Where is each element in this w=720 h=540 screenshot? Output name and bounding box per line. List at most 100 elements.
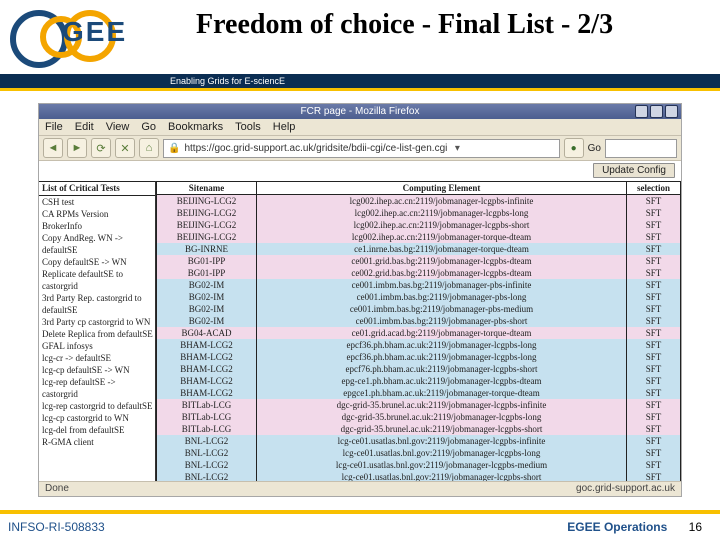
menu-bookmarks[interactable]: Bookmarks [168, 121, 223, 133]
cell-selection[interactable]: SFT [627, 423, 681, 435]
cell-sitename: BG02-IM [157, 303, 257, 315]
cell-selection[interactable]: SFT [627, 447, 681, 459]
table-row: BEIJING-LCG2lcg002.ihep.ac.cn:2119/jobma… [157, 195, 681, 208]
cell-selection[interactable]: SFT [627, 411, 681, 423]
cell-sitename: BG02-IM [157, 279, 257, 291]
address-text: https://goc.grid-support.ac.uk/gridsite/… [184, 143, 447, 154]
cell-ce: lcg-ce01.usatlas.bnl.gov:2119/jobmanager… [257, 459, 627, 471]
critical-test-item[interactable]: lcg-cp castorgrid to WN [39, 412, 155, 424]
table-row: BITLab-LCGdgc-grid-35.brunel.ac.uk:2119/… [157, 411, 681, 423]
cell-selection[interactable]: SFT [627, 267, 681, 279]
search-input[interactable] [605, 139, 677, 158]
critical-test-item[interactable]: GFAL infosys [39, 340, 155, 352]
cell-sitename: BITLab-LCG [157, 423, 257, 435]
cell-ce: lcg002.ihep.ac.cn:2119/jobmanager-lcgpbs… [257, 207, 627, 219]
table-row: BITLab-LCGdgc-grid-35.brunel.ac.uk:2119/… [157, 423, 681, 435]
table-row: BEIJING-LCG2lcg002.ihep.ac.cn:2119/jobma… [157, 231, 681, 243]
cell-selection[interactable]: SFT [627, 435, 681, 447]
go-label: Go [588, 143, 601, 154]
cell-sitename: BG02-IM [157, 315, 257, 327]
critical-test-item[interactable]: R-GMA client [39, 436, 155, 448]
cell-selection[interactable]: SFT [627, 327, 681, 339]
status-right: goc.grid-support.ac.uk [576, 482, 675, 496]
cell-sitename: BEIJING-LCG2 [157, 231, 257, 243]
stop-button[interactable]: ✕ [115, 138, 135, 158]
table-row: BG02-IMce001.imbm.bas.bg:2119/jobmanager… [157, 291, 681, 303]
reload-button[interactable]: ⟳ [91, 138, 111, 158]
cell-selection[interactable]: SFT [627, 255, 681, 267]
ce-grid: Sitename Computing Element selection BEI… [156, 181, 681, 482]
critical-test-item[interactable]: lcg-rep castorgrid to defaultSE [39, 400, 155, 412]
critical-test-item[interactable]: Copy defaultSE -> WN [39, 256, 155, 268]
critical-test-item[interactable]: lcg-rep defaultSE -> castorgrid [39, 376, 155, 400]
cell-ce: epg-ce1.ph.bham.ac.uk:2119/jobmanager-lc… [257, 375, 627, 387]
menu-go[interactable]: Go [141, 121, 156, 133]
back-button[interactable]: ◄ [43, 138, 63, 158]
cell-selection[interactable]: SFT [627, 243, 681, 255]
critical-test-item[interactable]: lcg-del from defaultSE [39, 424, 155, 436]
table-row: BEIJING-LCG2lcg002.ihep.ac.cn:2119/jobma… [157, 219, 681, 231]
slide-footer: INFSO-RI-508833 EGEE Operations 16 [0, 510, 720, 540]
cell-ce: epcf36.ph.bham.ac.uk:2119/jobmanager-lcg… [257, 339, 627, 351]
cell-selection[interactable]: SFT [627, 351, 681, 363]
menu-bar: File Edit View Go Bookmarks Tools Help [39, 119, 681, 136]
footer-id: INFSO-RI-508833 [8, 520, 105, 534]
cell-selection[interactable]: SFT [627, 195, 681, 208]
cell-selection[interactable]: SFT [627, 387, 681, 399]
forward-button[interactable]: ► [67, 138, 87, 158]
critical-test-item[interactable]: Copy AndReg. WN -> defaultSE [39, 232, 155, 256]
cell-selection[interactable]: SFT [627, 375, 681, 387]
critical-test-item[interactable]: 3rd Party cp castorgrid to WN [39, 316, 155, 328]
critical-test-item[interactable]: lcg-cr -> defaultSE [39, 352, 155, 364]
cell-selection[interactable]: SFT [627, 399, 681, 411]
cell-selection[interactable]: SFT [627, 315, 681, 327]
cell-sitename: BEIJING-LCG2 [157, 219, 257, 231]
address-dropdown-icon[interactable]: ▾ [451, 143, 463, 154]
cell-sitename: BHAM-LCG2 [157, 387, 257, 399]
cell-selection[interactable]: SFT [627, 363, 681, 375]
table-row: BITLab-LCGdgc-grid-35.brunel.ac.uk:2119/… [157, 399, 681, 411]
cell-sitename: BG-INRNE [157, 243, 257, 255]
cell-ce: lcg-ce01.usatlas.bnl.gov:2119/jobmanager… [257, 447, 627, 459]
address-bar[interactable]: 🔒 https://goc.grid-support.ac.uk/gridsit… [163, 139, 560, 158]
menu-tools[interactable]: Tools [235, 121, 261, 133]
critical-test-item[interactable]: CSH test [39, 196, 155, 208]
menu-file[interactable]: File [45, 121, 63, 133]
nav-toolbar: ◄ ► ⟳ ✕ ⌂ 🔒 https://goc.grid-support.ac.… [39, 136, 681, 161]
cell-selection[interactable]: SFT [627, 231, 681, 243]
critical-test-item[interactable]: lcg-cp defaultSE -> WN [39, 364, 155, 376]
menu-help[interactable]: Help [273, 121, 296, 133]
cell-selection[interactable]: SFT [627, 279, 681, 291]
update-config-button[interactable]: Update Config [593, 163, 675, 178]
cell-selection[interactable]: SFT [627, 459, 681, 471]
cell-selection[interactable]: SFT [627, 219, 681, 231]
close-icon[interactable] [665, 105, 678, 118]
status-bar: Done goc.grid-support.ac.uk [39, 481, 681, 496]
critical-test-item[interactable]: Delete Replica from defaultSE [39, 328, 155, 340]
cell-sitename: BHAM-LCG2 [157, 375, 257, 387]
minimize-icon[interactable] [635, 105, 648, 118]
status-left: Done [45, 482, 69, 496]
table-row: BG01-IPPce001.grid.bas.bg:2119/jobmanage… [157, 255, 681, 267]
table-row: BHAM-LCG2epgce1.ph.bham.ac.uk:2119/jobma… [157, 387, 681, 399]
menu-view[interactable]: View [106, 121, 130, 133]
cell-ce: lcg002.ihep.ac.cn:2119/jobmanager-torque… [257, 231, 627, 243]
critical-test-item[interactable]: BrokerInfo [39, 220, 155, 232]
cell-selection[interactable]: SFT [627, 339, 681, 351]
cell-ce: lcg-ce01.usatlas.bnl.gov:2119/jobmanager… [257, 435, 627, 447]
critical-test-item[interactable]: Replicate defaultSE to castorgrid [39, 268, 155, 292]
cell-selection[interactable]: SFT [627, 291, 681, 303]
cell-sitename: BITLab-LCG [157, 411, 257, 423]
critical-test-item[interactable]: 3rd Party Rep. castorgrid to defaultSE [39, 292, 155, 316]
critical-tests-panel: List of Critical Tests CSH testCA RPMs V… [39, 181, 156, 482]
cell-sitename: BNL-LCG2 [157, 435, 257, 447]
home-button[interactable]: ⌂ [139, 138, 159, 158]
maximize-icon[interactable] [650, 105, 663, 118]
critical-test-item[interactable]: CA RPMs Version [39, 208, 155, 220]
menu-edit[interactable]: Edit [75, 121, 94, 133]
go-button[interactable]: ● [564, 138, 584, 158]
cell-selection[interactable]: SFT [627, 207, 681, 219]
cell-selection[interactable]: SFT [627, 303, 681, 315]
footer-title: EGEE Operations [567, 520, 667, 534]
cell-ce: ce1.inrne.bas.bg:2119/jobmanager-torque-… [257, 243, 627, 255]
